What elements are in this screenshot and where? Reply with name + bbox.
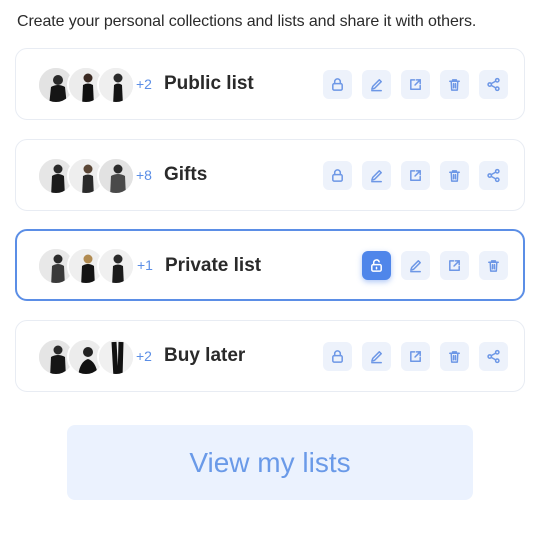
open-external-icon <box>410 79 421 90</box>
trash-icon <box>449 351 460 363</box>
open-button[interactable] <box>401 70 430 99</box>
delete-button[interactable] <box>440 70 469 99</box>
list-actions <box>323 161 508 190</box>
more-count: +1 <box>137 257 153 273</box>
view-my-lists-button[interactable]: View my lists <box>67 425 473 500</box>
avatar <box>97 157 135 195</box>
lock-icon <box>332 78 343 91</box>
unlock-button[interactable] <box>362 251 391 280</box>
open-button[interactable] <box>440 251 469 280</box>
avatar-stack <box>37 66 137 104</box>
unlock-icon <box>371 259 382 272</box>
lock-button[interactable] <box>323 70 352 99</box>
lock-button[interactable] <box>323 342 352 371</box>
trash-icon <box>488 260 499 272</box>
open-external-icon <box>449 260 460 271</box>
more-count: +8 <box>136 167 152 183</box>
edit-button[interactable] <box>362 161 391 190</box>
share-button[interactable] <box>479 161 508 190</box>
share-icon <box>487 349 500 364</box>
avatar-stack <box>37 157 137 195</box>
lock-icon <box>332 169 343 182</box>
more-count: +2 <box>136 348 152 364</box>
list-name[interactable]: Public list <box>164 73 254 95</box>
list-card-public-list[interactable]: +2 Public list <box>15 48 525 120</box>
list-name[interactable]: Private list <box>165 255 261 277</box>
trash-icon <box>449 170 460 182</box>
list-actions <box>362 251 508 280</box>
edit-button[interactable] <box>362 342 391 371</box>
delete-button[interactable] <box>440 342 469 371</box>
list-card-gifts[interactable]: +8 Gifts <box>15 139 525 211</box>
edit-button[interactable] <box>401 251 430 280</box>
avatar <box>97 247 135 285</box>
share-icon <box>487 77 500 92</box>
edit-icon <box>371 79 382 92</box>
open-button[interactable] <box>401 161 430 190</box>
avatar <box>97 66 135 104</box>
open-button[interactable] <box>401 342 430 371</box>
list-card-buy-later[interactable]: +2 Buy later <box>15 320 525 392</box>
list-actions <box>323 70 508 99</box>
delete-button[interactable] <box>479 251 508 280</box>
list-name[interactable]: Gifts <box>164 164 207 186</box>
list-actions <box>323 342 508 371</box>
more-count: +2 <box>136 76 152 92</box>
lock-icon <box>332 350 343 363</box>
intro-text: Create your personal collections and lis… <box>17 13 477 30</box>
edit-button[interactable] <box>362 70 391 99</box>
avatar-stack <box>37 338 137 376</box>
list-card-private-list[interactable]: +1 Private list <box>15 229 525 301</box>
list-name[interactable]: Buy later <box>164 345 245 367</box>
avatar-stack <box>37 247 137 285</box>
open-external-icon <box>410 351 421 362</box>
edit-icon <box>371 170 382 183</box>
trash-icon <box>449 79 460 91</box>
lock-button[interactable] <box>323 161 352 190</box>
edit-icon <box>371 351 382 364</box>
delete-button[interactable] <box>440 161 469 190</box>
open-external-icon <box>410 170 421 181</box>
share-icon <box>487 168 500 183</box>
edit-icon <box>410 260 421 273</box>
avatar <box>97 338 135 376</box>
share-button[interactable] <box>479 342 508 371</box>
share-button[interactable] <box>479 70 508 99</box>
